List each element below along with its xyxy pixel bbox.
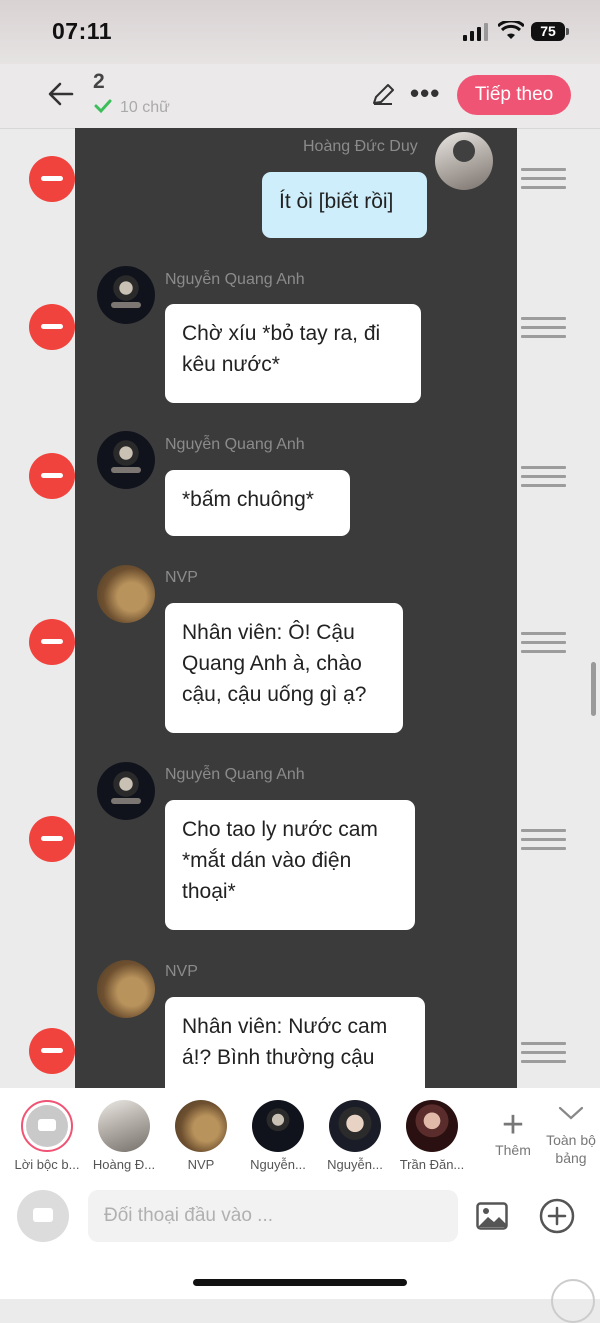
more-options-icon[interactable]: ••• [410, 78, 440, 109]
drag-handle-icon[interactable] [521, 168, 566, 192]
speaker-name: NVP [165, 569, 198, 586]
character-narrator[interactable]: Lời bộc b... [12, 1100, 82, 1172]
delete-message-button[interactable] [29, 1028, 75, 1074]
character-nguyen-1[interactable]: Nguyễn... [243, 1100, 313, 1172]
speaker-name: Nguyễn Quang Anh [165, 436, 305, 453]
editor-header: 2 10 chữ ••• Tiếp theo [0, 64, 600, 129]
speaker-name: NVP [165, 963, 198, 980]
message-bubble[interactable]: Cho tao ly nước cam *mắt dán vào điện th… [165, 800, 415, 930]
delete-message-button[interactable] [29, 453, 75, 499]
delete-message-button[interactable] [29, 304, 75, 350]
delete-message-button[interactable] [29, 619, 75, 665]
message-count: 2 [93, 70, 105, 93]
signal-icon [463, 23, 488, 41]
message-bubble[interactable]: *bấm chuông* [165, 470, 350, 536]
message-bubble[interactable]: Nhân viên: Nước cam á!? Bình thường cậu [165, 997, 425, 1088]
character-label: Trần Đăn... [399, 1157, 465, 1172]
edit-pencil-icon[interactable] [370, 82, 396, 108]
character-nvp[interactable]: NVP [166, 1100, 236, 1172]
chat-panel: Hoàng Đức Duy Ít òi [biết rồi] Nguyễn Qu… [75, 128, 517, 1088]
add-label: Thêm [495, 1142, 531, 1158]
avatar [97, 960, 155, 1018]
add-character-button[interactable]: + Thêm [493, 1104, 533, 1158]
speaker-name: Hoàng Đức Duy [303, 138, 418, 155]
character-label: Nguyễn... [250, 1157, 306, 1172]
avatar [97, 266, 155, 324]
avatar [175, 1100, 227, 1152]
home-indicator [193, 1279, 407, 1286]
check-icon [94, 99, 112, 114]
scroll-up-icon[interactable] [551, 1279, 595, 1323]
avatar [97, 762, 155, 820]
message-bubble[interactable]: Chờ xíu *bỏ tay ra, đi kêu nước* [165, 304, 421, 403]
avatar [406, 1100, 458, 1152]
input-bar [0, 1188, 600, 1248]
wifi-icon [498, 21, 524, 39]
image-icon[interactable] [476, 1202, 508, 1230]
full-board-label: Toàn bộ bảng [546, 1132, 596, 1166]
message-bubble[interactable]: Nhân viên: Ô! Cậu Quang Anh à, chào cậu,… [165, 603, 403, 733]
next-button[interactable]: Tiếp theo [457, 75, 571, 115]
character-label: NVP [187, 1157, 215, 1172]
drag-handle-icon[interactable] [521, 829, 566, 853]
full-board-button[interactable]: Toàn bộ bảng [543, 1102, 599, 1167]
scrollbar[interactable] [591, 662, 596, 716]
status-time: 07:11 [52, 18, 113, 44]
speaker-name: Nguyễn Quang Anh [165, 271, 305, 288]
battery-indicator: 75 [531, 22, 569, 41]
speaker-name: Nguyễn Quang Anh [165, 766, 305, 783]
drag-handle-icon[interactable] [521, 466, 566, 490]
avatar [252, 1100, 304, 1152]
dialogue-input[interactable] [88, 1190, 458, 1242]
character-hoang[interactable]: Hoàng Đ... [89, 1100, 159, 1172]
avatar [97, 431, 155, 489]
chevron-down-icon [558, 1106, 584, 1120]
avatar [329, 1100, 381, 1152]
status-bar: 07:11 75 [0, 0, 600, 64]
avatar [435, 132, 493, 190]
avatar [98, 1100, 150, 1152]
word-count: 10 chữ [120, 99, 170, 116]
delete-message-button[interactable] [29, 156, 75, 202]
delete-message-button[interactable] [29, 816, 75, 862]
add-circle-icon[interactable] [539, 1198, 575, 1234]
back-arrow-icon[interactable] [46, 78, 76, 110]
character-nguyen-2[interactable]: Nguyễn... [320, 1100, 390, 1172]
character-label: Hoàng Đ... [92, 1157, 156, 1172]
character-tran[interactable]: Trần Đăn... [397, 1100, 467, 1172]
drag-handle-icon[interactable] [521, 317, 566, 341]
plus-icon: + [501, 1104, 525, 1146]
narration-toggle-icon[interactable] [17, 1190, 69, 1242]
narrator-icon [21, 1100, 73, 1152]
character-label: Nguyễn... [327, 1157, 383, 1172]
message-bubble[interactable]: Ít òi [biết rồi] [262, 172, 427, 238]
avatar [97, 565, 155, 623]
character-label: Lời bộc b... [14, 1157, 80, 1172]
drag-handle-icon[interactable] [521, 1042, 566, 1066]
drag-handle-icon[interactable] [521, 632, 566, 656]
